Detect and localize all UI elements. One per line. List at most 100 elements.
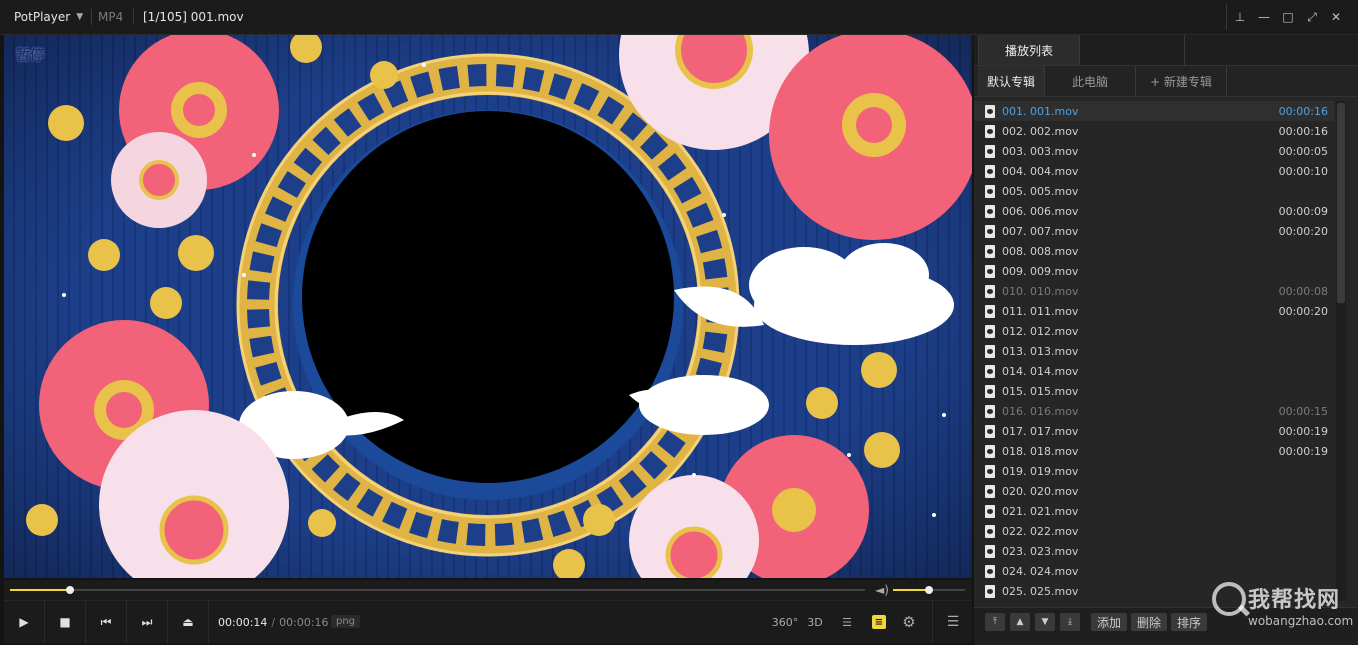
playlist-item[interactable]: 021. 021.mov <box>974 501 1334 521</box>
playlist-item[interactable]: 020. 020.mov <box>974 481 1334 501</box>
playlist-item[interactable]: 018. 018.mov 00:00:19 <box>974 441 1334 461</box>
playlist-item-name: 004. 004.mov <box>1002 164 1079 178</box>
delete-button[interactable]: 删除 <box>1131 613 1168 631</box>
play-button[interactable]: ▶ <box>4 601 45 643</box>
add-button[interactable]: 添加 <box>1091 613 1128 631</box>
video-frame[interactable]: 暂停 <box>4 35 972 578</box>
scroll-thumb[interactable] <box>1337 103 1345 303</box>
playlist-item[interactable]: 013. 013.mov <box>974 341 1334 361</box>
gear-icon: ⚙ <box>902 613 916 631</box>
volume-slider[interactable] <box>893 586 965 594</box>
playlist-item[interactable]: 005. 005.mov <box>974 181 1334 201</box>
skip-previous-icon: ⏮ <box>100 614 112 629</box>
settings-button[interactable]: ⚙ <box>898 601 920 643</box>
play-icon: ▶ <box>19 615 29 629</box>
vr-360-button[interactable]: 360° <box>772 601 799 643</box>
album-default[interactable]: 默认专辑 <box>978 66 1045 96</box>
subtitle-button[interactable]: ≡ <box>868 601 890 643</box>
subtitle-icon: ≡ <box>872 615 886 629</box>
playlist-item-name: 001. 001.mov <box>1002 104 1079 118</box>
playlist-item-name: 018. 018.mov <box>1002 444 1079 458</box>
next-button[interactable]: ⏭ <box>127 601 168 643</box>
move-bottom-button[interactable]: ⤓ <box>1060 613 1080 631</box>
menu-button[interactable]: ☰ <box>932 601 973 643</box>
control-bar: ▶ ■ ⏮ ⏭ ⏏ 00:00:14 / 00:00:16 png 360° 3… <box>4 600 972 643</box>
playlist-item-name: 017. 017.mov <box>1002 424 1079 438</box>
playlist-item-name: 008. 008.mov <box>1002 244 1079 258</box>
playlist-item[interactable]: 015. 015.mov <box>974 381 1334 401</box>
time-separator: / <box>271 615 276 629</box>
maximize-icon[interactable]: □ <box>1276 10 1300 24</box>
video-artwork <box>4 35 972 578</box>
playlist-item[interactable]: 003. 003.mov 00:00:05 <box>974 141 1334 161</box>
move-down-button[interactable]: ▼ <box>1035 613 1055 631</box>
time-display: 00:00:14 / 00:00:16 <box>218 601 329 643</box>
playlist-item-duration: 00:00:15 <box>1278 404 1328 418</box>
playlist-item[interactable]: 023. 023.mov <box>974 541 1334 561</box>
sort-button[interactable]: 排序 <box>1171 613 1208 631</box>
chevron-down-icon: ▼ <box>76 12 84 22</box>
seek-handle[interactable] <box>65 586 74 594</box>
playlist-item-duration: 00:00:05 <box>1278 144 1328 158</box>
playlist-item[interactable]: 010. 010.mov 00:00:08 <box>974 281 1334 301</box>
playlist-item[interactable]: 008. 008.mov <box>974 241 1334 261</box>
playlist-item[interactable]: 022. 022.mov <box>974 521 1334 541</box>
playlist-item[interactable]: 019. 019.mov <box>974 461 1334 481</box>
playlist-item[interactable]: 016. 016.mov 00:00:15 <box>974 401 1334 421</box>
video-file-icon <box>985 184 995 198</box>
playlist-item[interactable]: 014. 014.mov <box>974 361 1334 381</box>
playlist-item[interactable]: 002. 002.mov 00:00:16 <box>974 121 1334 141</box>
playlist-item[interactable]: 009. 009.mov <box>974 261 1334 281</box>
move-top-button[interactable]: ⤒ <box>985 613 1005 631</box>
speaker-icon[interactable]: ◄) <box>875 583 889 597</box>
volume-handle[interactable] <box>925 586 933 594</box>
new-album-button[interactable]: + 新建专辑 <box>1136 66 1227 96</box>
playlist-item[interactable]: 012. 012.mov <box>974 321 1334 341</box>
playlist-item[interactable]: 011. 011.mov 00:00:20 <box>974 301 1334 321</box>
album-this-pc[interactable]: 此电脑 <box>1045 66 1136 96</box>
pin-icon[interactable]: ⊥ <box>1228 10 1252 24</box>
video-file-icon <box>985 204 995 218</box>
playlist-item-name: 015. 015.mov <box>1002 384 1079 398</box>
playlist-item-name: 016. 016.mov <box>1002 404 1079 418</box>
playlist-search-button[interactable]: ☰ <box>836 601 858 643</box>
playlist-item-name: 007. 007.mov <box>1002 224 1079 238</box>
fullscreen-icon[interactable]: ⤢ <box>1300 10 1324 25</box>
video-file-icon <box>985 324 995 338</box>
stop-button[interactable]: ■ <box>45 601 86 643</box>
playlist-item-name: 012. 012.mov <box>1002 324 1079 338</box>
3d-button[interactable]: 3D <box>804 601 826 643</box>
minimize-icon[interactable]: — <box>1252 10 1276 24</box>
playlist-tabbar: 播放列表 <box>974 35 1358 66</box>
app-menu-button[interactable]: PotPlayer ▼ <box>6 0 91 34</box>
playlist-item[interactable]: 006. 006.mov 00:00:09 <box>974 201 1334 221</box>
seek-track[interactable] <box>10 586 865 594</box>
video-file-icon <box>985 484 995 498</box>
playlist-item-duration: 00:00:16 <box>1278 124 1328 138</box>
playlist-item[interactable]: 017. 017.mov 00:00:19 <box>974 421 1334 441</box>
playlist-item-duration: 00:00:19 <box>1278 424 1328 438</box>
skip-next-icon: ⏭ <box>141 614 153 629</box>
tab-playlist[interactable]: 播放列表 <box>978 35 1080 65</box>
pause-status-label: 暂停 <box>16 48 44 64</box>
video-file-icon <box>985 444 995 458</box>
move-up-button[interactable]: ▲ <box>1010 613 1030 631</box>
empty-tab[interactable] <box>1079 35 1185 65</box>
video-file-icon <box>985 424 995 438</box>
video-file-icon <box>985 304 995 318</box>
previous-button[interactable]: ⏮ <box>86 601 127 643</box>
window-controls: ⊥ — □ ⤢ ✕ <box>1228 0 1348 34</box>
video-file-icon <box>985 584 995 598</box>
image-format-badge: png <box>331 615 361 628</box>
watermark-cn: 我帮找网 <box>1248 588 1341 613</box>
playlist-item-name: 005. 005.mov <box>1002 184 1079 198</box>
window-title: [1/105] 001.mov <box>143 10 244 24</box>
close-icon[interactable]: ✕ <box>1324 10 1348 24</box>
eject-button[interactable]: ⏏ <box>168 601 209 643</box>
playlist-item[interactable]: 007. 007.mov 00:00:20 <box>974 221 1334 241</box>
album-bar: 默认专辑 此电脑 + 新建专辑 <box>974 66 1358 97</box>
playlist-item-name: 023. 023.mov <box>1002 544 1079 558</box>
playlist-item[interactable]: 004. 004.mov 00:00:10 <box>974 161 1334 181</box>
playlist-item[interactable]: 001. 001.mov 00:00:16 <box>974 101 1334 121</box>
playlist-scrollbar[interactable] <box>1336 101 1346 601</box>
